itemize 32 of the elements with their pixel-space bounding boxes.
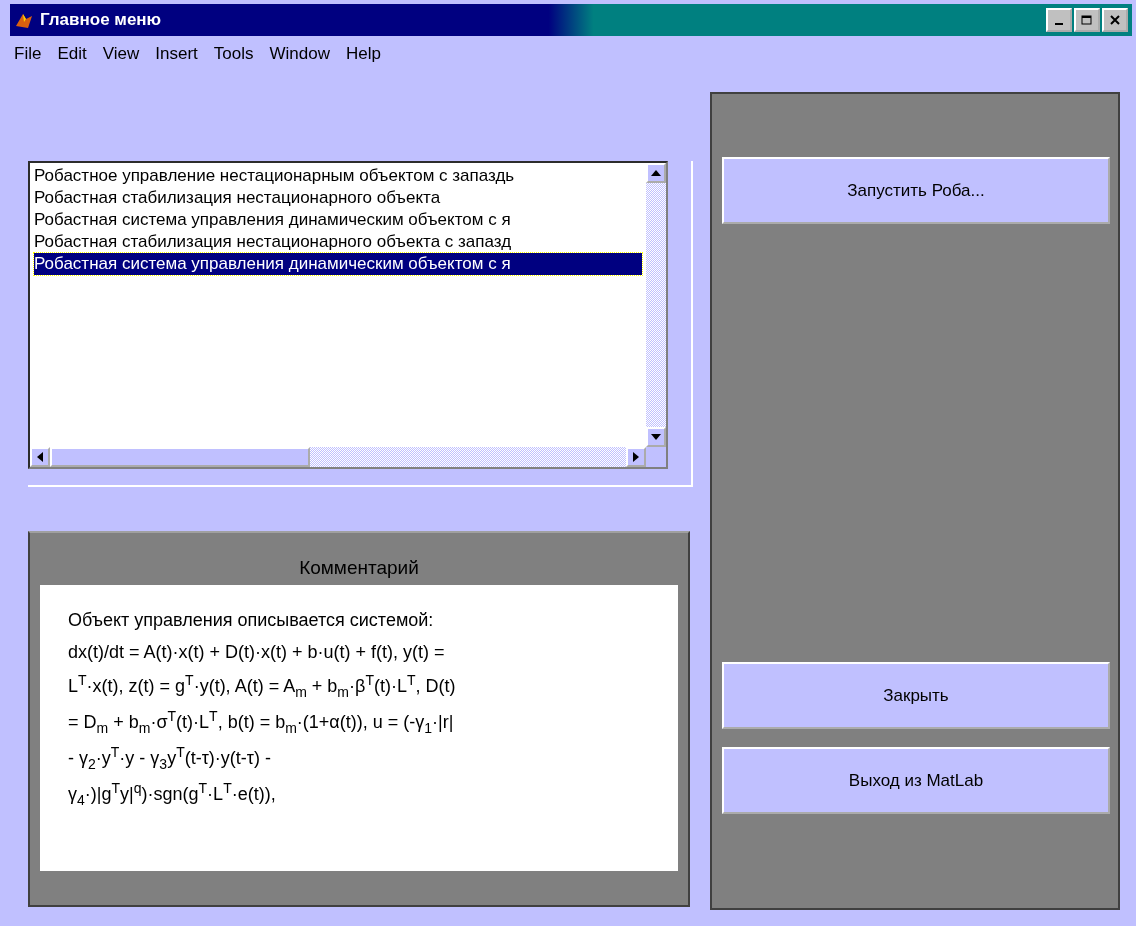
horizontal-scrollbar[interactable] (30, 447, 646, 467)
close-icon (1110, 15, 1120, 25)
maximize-icon (1081, 14, 1093, 26)
action-button[interactable]: Выход из MatLab (722, 747, 1110, 814)
scroll-left-icon (37, 452, 43, 462)
minimize-button[interactable] (1046, 8, 1072, 32)
action-button[interactable]: Запустить Роба... (722, 157, 1110, 224)
list-item[interactable]: Робастное управление нестационарным объектом с запаздь (34, 165, 642, 187)
close-button[interactable] (1102, 8, 1128, 32)
scroll-down-icon (651, 434, 661, 440)
list-box[interactable] (28, 161, 668, 469)
vertical-scrollbar[interactable] (646, 163, 666, 447)
comment-text: Объект управления описывается системой: dx(t)/dt = A(t)·x(t) + D(t)·x(t) + b·u(t) + f(t), y(t) = L$^{T}$·x(t), z(t) = g$^{T}$·y(t), A(t) = A$_{m}$ + b$_{m}$·β$^{T}$(t)·L$^{T}$, D(t) = D$_{m}$ + b$_{m}$·σ$^{T}$(t)·L$^{T}$, b(t) = b$_{m}$·(1+α(t)), u = (-γ$_{1}$·|r| - γ$_{2}$·y$^{T}$·y - γ$_{3}$y$^{T}$(t-τ)·y(t-τ) - γ$_{4}$·)|g$^{T}$y|$^{q}$)·sgn(g$^{T}$·L$^{T}$·e(t)), (68, 609, 457, 810)
comment-title: Комментарий (298, 557, 420, 579)
menu-item[interactable]: View (102, 44, 140, 64)
menu-item[interactable]: File (14, 44, 42, 64)
menu-item[interactable]: Window (269, 44, 330, 64)
list-item[interactable]: Робастная стабилизация нестационарного объекта (34, 187, 642, 209)
list-item[interactable]: Робастная система управления динамическим объектом с я (34, 253, 642, 275)
menu-item[interactable]: Help (345, 44, 381, 64)
list-item[interactable]: Робастная стабилизация нестационарного объекта с запазд (34, 231, 642, 253)
minimize-icon (1055, 22, 1063, 25)
scroll-right-icon (633, 452, 639, 462)
maximize-button[interactable] (1074, 8, 1100, 32)
scrollbar-corner (646, 447, 666, 467)
menu-item[interactable]: Tools (213, 44, 254, 64)
action-button[interactable]: Закрыть (722, 662, 1110, 729)
menu-item[interactable]: Edit (57, 44, 87, 64)
list-item[interactable]: Робастная система управления динамическим объектом с я (34, 209, 642, 231)
scroll-up-icon (651, 170, 661, 176)
window-title: Главное меню (40, 10, 163, 30)
menu-item[interactable]: Insert (155, 44, 198, 64)
